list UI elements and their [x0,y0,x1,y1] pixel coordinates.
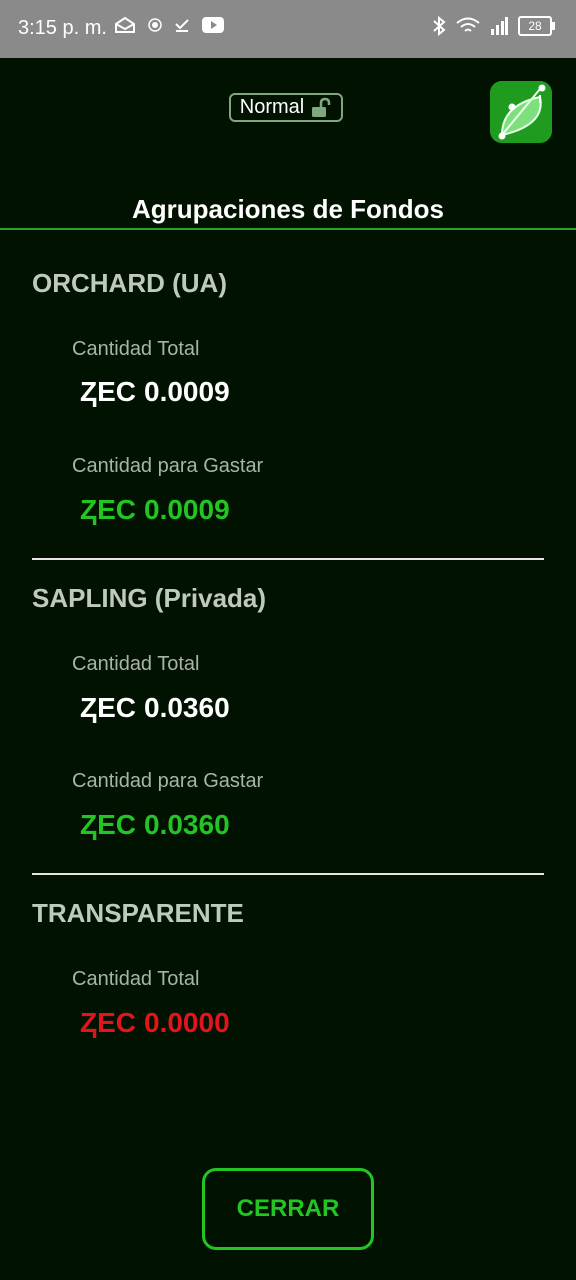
youtube-icon [202,17,224,33]
bluetooth-icon [433,16,446,36]
wifi-icon [456,17,480,32]
section-divider [32,558,544,560]
sapling-spend-amount: ⱫEC 0.0360 [80,809,230,841]
sapling-total-amount: ⱫEC 0.0360 [80,692,230,724]
page-title: Agrupaciones de Fondos [131,194,445,224]
transparente-total-label: Cantidad Total [72,968,200,990]
title-divider [0,228,576,230]
app-logo-icon[interactable] [490,81,552,143]
mode-badge[interactable]: Normal [229,93,343,122]
amount-value: 0.0009 [144,376,230,407]
signal-icon [491,17,508,35]
amount-value: 0.0360 [144,809,230,840]
currency-symbol: ⱫEC [80,494,136,525]
notification-icons [114,16,224,34]
record-icon [148,18,162,32]
close-button[interactable]: CERRAR [202,1168,374,1250]
status-time: 3:15 p. m. [18,17,107,39]
mail-icon [115,16,135,33]
orchard-spend-amount: ⱫEC 0.0009 [80,494,230,526]
pool-title-sapling: SAPLING (Privada) [32,583,267,613]
currency-symbol: ⱫEC [80,376,136,407]
amount-value: 0.0000 [144,1007,230,1038]
orchard-total-label: Cantidad Total [72,338,200,360]
sapling-spend-label: Cantidad para Gastar [72,770,264,792]
download-done-icon [175,19,189,32]
pool-title-transparente: TRANSPARENTE [32,898,244,928]
system-icons: 28 [432,16,555,36]
transparente-total-amount: ⱫEC 0.0000 [80,1007,230,1039]
pool-title-orchard: ORCHARD (UA) [32,268,227,298]
status-bar: 3:15 p. m. 28 [0,0,576,58]
battery-icon: 28 [518,16,555,36]
orchard-total-amount: ⱫEC 0.0009 [80,376,230,408]
amount-value: 0.0009 [144,494,230,525]
unlock-icon [312,97,331,117]
orchard-spend-label: Cantidad para Gastar [72,455,264,477]
currency-symbol: ⱫEC [80,1007,136,1038]
sapling-total-label: Cantidad Total [72,653,200,675]
section-divider [32,873,544,875]
currency-symbol: ⱫEC [80,692,136,723]
mode-label: Normal [239,96,305,118]
amount-value: 0.0360 [144,692,230,723]
currency-symbol: ⱫEC [80,809,136,840]
